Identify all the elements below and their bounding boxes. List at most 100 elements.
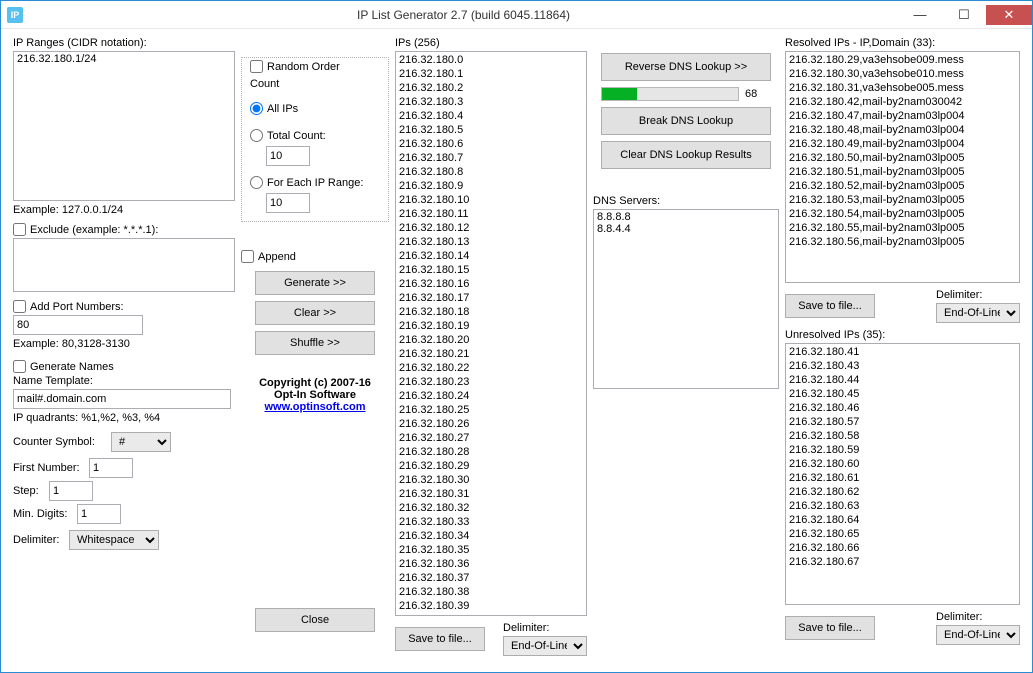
total-count-input[interactable]: [266, 146, 310, 166]
list-item[interactable]: 216.32.180.24: [397, 389, 585, 403]
list-item[interactable]: 216.32.180.63: [787, 499, 1018, 513]
list-item[interactable]: 216.32.180.55,mail-by2nam03lp005: [787, 221, 1018, 235]
list-item[interactable]: 216.32.180.64: [787, 513, 1018, 527]
list-item[interactable]: 216.32.180.57: [787, 415, 1018, 429]
list-item[interactable]: 216.32.180.21: [397, 347, 585, 361]
list-item[interactable]: 216.32.180.23: [397, 375, 585, 389]
website-link[interactable]: www.optinsoft.com: [264, 401, 365, 413]
list-item[interactable]: 216.32.180.51,mail-by2nam03lp005: [787, 165, 1018, 179]
save-ips-button[interactable]: Save to file...: [395, 627, 485, 651]
maximize-button[interactable]: ☐: [942, 5, 986, 25]
list-item[interactable]: 216.32.180.65: [787, 527, 1018, 541]
list-item[interactable]: 216.32.180.59: [787, 443, 1018, 457]
list-item[interactable]: 216.32.180.7: [397, 151, 585, 165]
list-item[interactable]: 216.32.180.14: [397, 249, 585, 263]
list-item[interactable]: 216.32.180.28: [397, 445, 585, 459]
list-item[interactable]: 216.32.180.0: [397, 53, 585, 67]
list-item[interactable]: 216.32.180.20: [397, 333, 585, 347]
list-item[interactable]: 216.32.180.25: [397, 403, 585, 417]
list-item[interactable]: 216.32.180.10: [397, 193, 585, 207]
list-item[interactable]: 216.32.180.1: [397, 67, 585, 81]
name-template-input[interactable]: [13, 389, 231, 409]
random-order-checkbox[interactable]: [250, 60, 263, 73]
list-item[interactable]: 216.32.180.8: [397, 165, 585, 179]
list-item[interactable]: 216.32.180.6: [397, 137, 585, 151]
list-item[interactable]: 216.32.180.41: [787, 345, 1018, 359]
ip-ranges-input[interactable]: 216.32.180.1/24: [13, 51, 235, 201]
list-item[interactable]: 216.32.180.67: [787, 555, 1018, 569]
list-item[interactable]: 216.32.180.47,mail-by2nam03lp004: [787, 109, 1018, 123]
break-dns-button[interactable]: Break DNS Lookup: [601, 107, 771, 135]
delimiter1-select[interactable]: Whitespace: [69, 530, 159, 550]
add-port-checkbox[interactable]: [13, 300, 26, 313]
list-item[interactable]: 216.32.180.22: [397, 361, 585, 375]
list-item[interactable]: 216.32.180.54,mail-by2nam03lp005: [787, 207, 1018, 221]
generate-button[interactable]: Generate >>: [255, 271, 375, 295]
list-item[interactable]: 216.32.180.61: [787, 471, 1018, 485]
append-checkbox[interactable]: [241, 250, 254, 263]
list-item[interactable]: 216.32.180.56,mail-by2nam03lp005: [787, 235, 1018, 249]
save-unresolved-button[interactable]: Save to file...: [785, 616, 875, 640]
unresolved-listbox[interactable]: 216.32.180.41216.32.180.43216.32.180.442…: [785, 343, 1020, 605]
exclude-input[interactable]: [13, 238, 235, 292]
list-item[interactable]: 216.32.180.19: [397, 319, 585, 333]
list-item[interactable]: 216.32.180.2: [397, 81, 585, 95]
list-item[interactable]: 216.32.180.43: [787, 359, 1018, 373]
list-item[interactable]: 216.32.180.31: [397, 487, 585, 501]
list-item[interactable]: 216.32.180.33: [397, 515, 585, 529]
list-item[interactable]: 216.32.180.53,mail-by2nam03lp005: [787, 193, 1018, 207]
list-item[interactable]: 216.32.180.46: [787, 401, 1018, 415]
list-item[interactable]: 216.32.180.13: [397, 235, 585, 249]
list-item[interactable]: 216.32.180.30: [397, 473, 585, 487]
list-item[interactable]: 216.32.180.29: [397, 459, 585, 473]
dns-servers-input[interactable]: 8.8.8.8 8.8.4.4: [593, 209, 779, 389]
min-digits-input[interactable]: [77, 504, 121, 524]
reverse-dns-button[interactable]: Reverse DNS Lookup >>: [601, 53, 771, 81]
list-item[interactable]: 216.32.180.32: [397, 501, 585, 515]
for-each-radio[interactable]: [250, 176, 263, 189]
delimiter4-select[interactable]: End-Of-Line: [936, 625, 1020, 645]
minimize-button[interactable]: —: [898, 5, 942, 25]
first-number-input[interactable]: [89, 458, 133, 478]
list-item[interactable]: 216.32.180.66: [787, 541, 1018, 555]
list-item[interactable]: 216.32.180.30,va3ehsobe010.mess: [787, 67, 1018, 81]
list-item[interactable]: 216.32.180.60: [787, 457, 1018, 471]
exclude-checkbox[interactable]: [13, 223, 26, 236]
list-item[interactable]: 216.32.180.27: [397, 431, 585, 445]
list-item[interactable]: 216.32.180.31,va3ehsobe005.mess: [787, 81, 1018, 95]
list-item[interactable]: 216.32.180.3: [397, 95, 585, 109]
list-item[interactable]: 216.32.180.35: [397, 543, 585, 557]
list-item[interactable]: 216.32.180.42,mail-by2nam030042: [787, 95, 1018, 109]
list-item[interactable]: 216.32.180.9: [397, 179, 585, 193]
list-item[interactable]: 216.32.180.58: [787, 429, 1018, 443]
list-item[interactable]: 216.32.180.39: [397, 599, 585, 613]
list-item[interactable]: 216.32.180.34: [397, 529, 585, 543]
all-ips-radio[interactable]: [250, 102, 263, 115]
list-item[interactable]: 216.32.180.17: [397, 291, 585, 305]
list-item[interactable]: 216.32.180.45: [787, 387, 1018, 401]
clear-button[interactable]: Clear >>: [255, 301, 375, 325]
ips-listbox[interactable]: 216.32.180.0216.32.180.1216.32.180.2216.…: [395, 51, 587, 616]
list-item[interactable]: 216.32.180.44: [787, 373, 1018, 387]
list-item[interactable]: 216.32.180.62: [787, 485, 1018, 499]
delimiter2-select[interactable]: End-Of-Line: [503, 636, 587, 656]
list-item[interactable]: 216.32.180.15: [397, 263, 585, 277]
generate-names-checkbox[interactable]: [13, 360, 26, 373]
list-item[interactable]: 216.32.180.16: [397, 277, 585, 291]
list-item[interactable]: 216.32.180.4: [397, 109, 585, 123]
list-item[interactable]: 216.32.180.18: [397, 305, 585, 319]
delimiter3-select[interactable]: End-Of-Line: [936, 303, 1020, 323]
counter-symbol-select[interactable]: #: [111, 432, 171, 452]
list-item[interactable]: 216.32.180.26: [397, 417, 585, 431]
list-item[interactable]: 216.32.180.50,mail-by2nam03lp005: [787, 151, 1018, 165]
save-resolved-button[interactable]: Save to file...: [785, 294, 875, 318]
close-window-button[interactable]: ✕: [986, 5, 1032, 25]
for-each-input[interactable]: [266, 193, 310, 213]
step-input[interactable]: [49, 481, 93, 501]
clear-dns-button[interactable]: Clear DNS Lookup Results: [601, 141, 771, 169]
list-item[interactable]: 216.32.180.11: [397, 207, 585, 221]
list-item[interactable]: 216.32.180.29,va3ehsobe009.mess: [787, 53, 1018, 67]
port-input[interactable]: [13, 315, 143, 335]
close-button[interactable]: Close: [255, 608, 375, 632]
list-item[interactable]: 216.32.180.5: [397, 123, 585, 137]
